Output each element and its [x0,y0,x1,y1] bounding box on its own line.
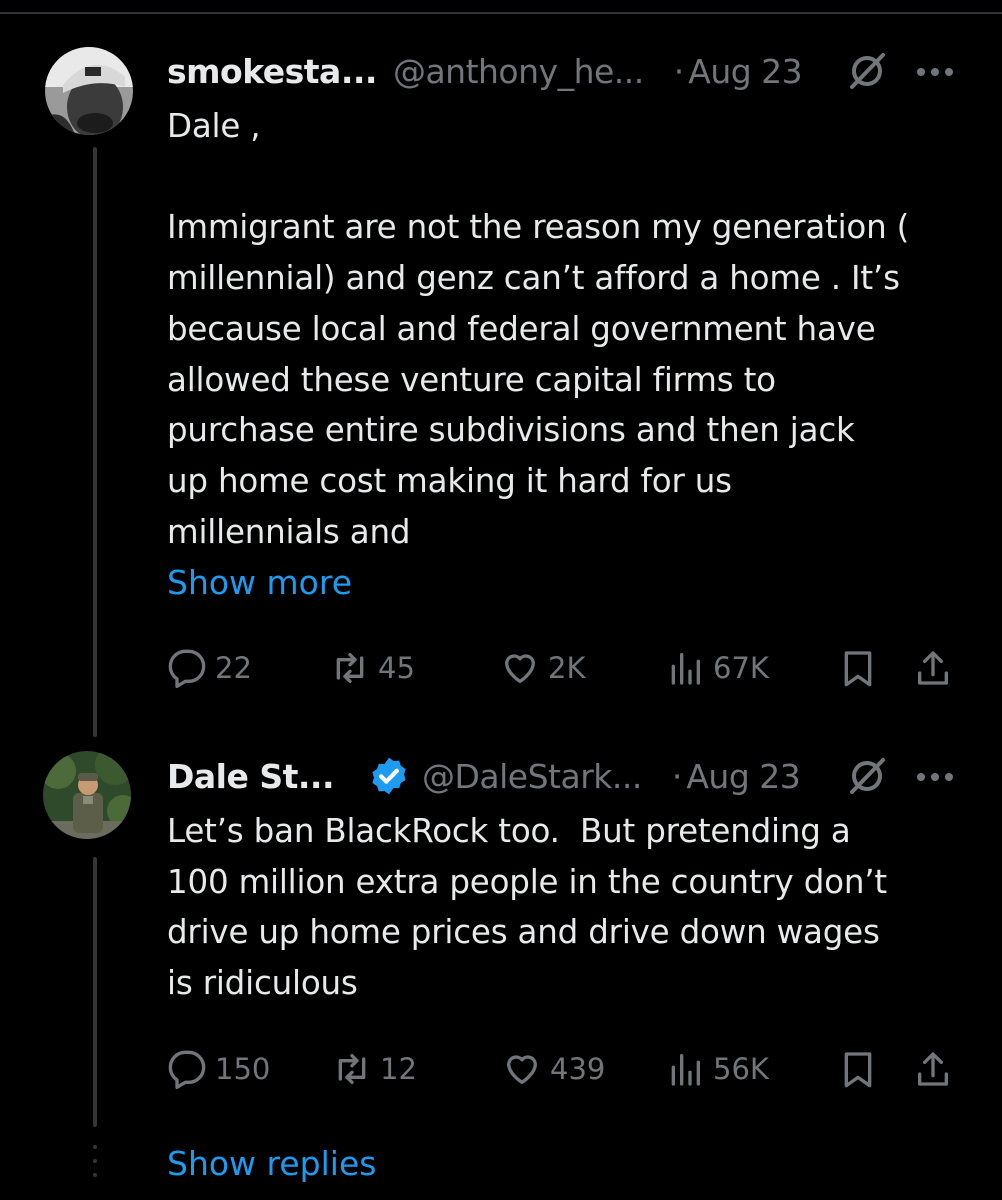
views-button[interactable]: 67K [665,646,769,690]
separator-dot: · [671,756,683,796]
reply-count: 22 [215,651,252,685]
display-name[interactable]: Dale St... [167,757,335,796]
user-handle[interactable]: @anthony_he... [393,52,644,91]
thread-line [93,147,97,737]
tweet-header: Dale St... @DaleStark... · Aug 23 [167,752,801,800]
like-count: 2K [548,651,586,685]
grok-icon[interactable] [847,756,887,796]
repost-button[interactable]: 12 [332,1047,417,1091]
share-icon[interactable] [913,1049,953,1089]
repost-count: 12 [380,1052,417,1086]
repost-icon [336,653,364,683]
tweet-date[interactable]: Aug 23 [688,52,802,91]
reply-icon [168,649,206,688]
repost-count: 45 [378,651,415,685]
tweet-date[interactable]: Aug 23 [686,757,800,796]
show-more-link[interactable]: Show more [167,563,352,602]
view-count: 67K [713,651,769,685]
tweet-header: smokesta... @anthony_he... · Aug 23 [167,47,803,95]
reply-icon [168,1050,206,1089]
repost-icon [338,1054,366,1084]
reply-button[interactable]: 150 [167,1047,270,1091]
avatar-smokesta[interactable] [45,47,133,135]
like-count: 439 [550,1052,606,1086]
user-handle[interactable]: @DaleStark... [422,757,642,796]
share-icon[interactable] [913,648,953,688]
views-icon [671,1054,700,1086]
display-name[interactable]: smokesta... [167,52,377,91]
view-count: 56K [713,1052,769,1086]
reply-count: 150 [215,1052,271,1086]
tweet-text: Dale , Immigrant are not the reason my g… [167,107,910,551]
like-icon [507,1055,537,1084]
thread-dot [93,1173,97,1177]
show-replies-link[interactable]: Show replies [167,1144,376,1183]
thread-dot [93,1159,97,1163]
bookmark-icon[interactable] [838,1049,878,1089]
reply-button[interactable]: 22 [167,646,252,690]
more-icon[interactable] [915,66,955,78]
grok-icon[interactable] [847,51,887,91]
more-icon[interactable] [915,771,955,783]
top-divider [0,12,1002,14]
verified-badge-icon [372,757,406,795]
thread-line [93,857,97,1127]
like-button[interactable]: 439 [502,1047,605,1091]
like-button[interactable]: 2K [500,646,585,690]
tweet-text: Let’s ban BlackRock too. But pretending … [167,812,887,1003]
separator-dot: · [673,51,685,91]
like-icon [505,654,535,683]
bookmark-icon[interactable] [838,648,878,688]
repost-button[interactable]: 45 [330,646,415,690]
thread-dot [93,1145,97,1149]
views-icon [671,653,700,685]
avatar-dale[interactable] [43,751,131,839]
views-button[interactable]: 56K [665,1047,769,1091]
